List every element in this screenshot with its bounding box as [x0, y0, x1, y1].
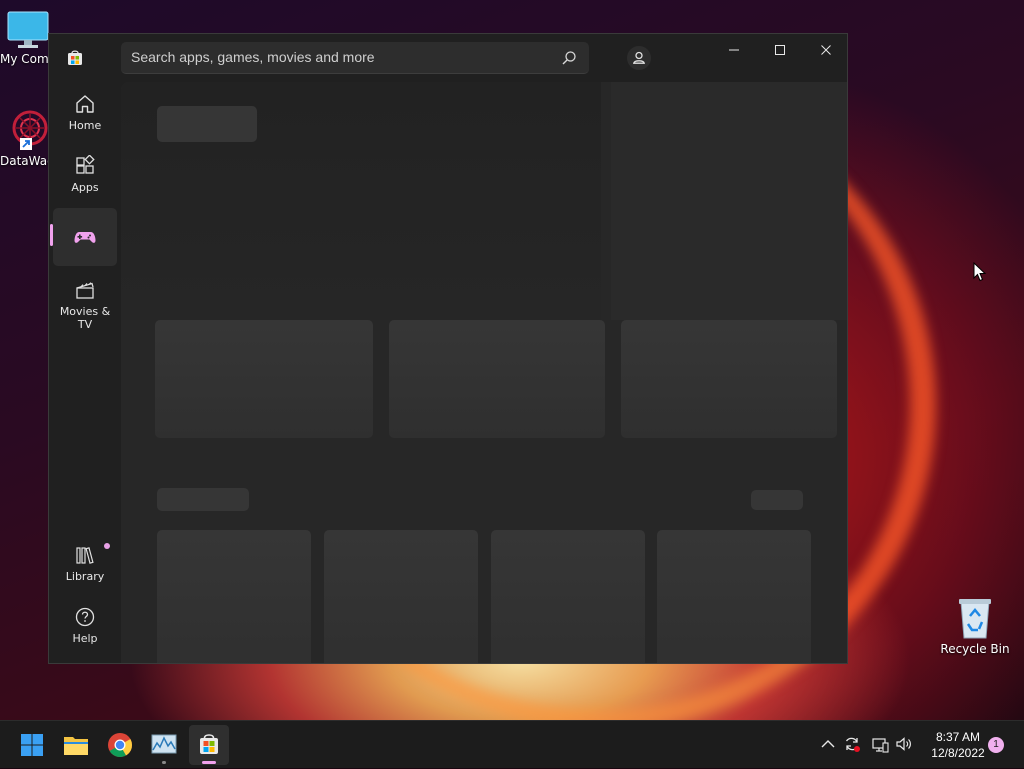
search-icon[interactable]	[561, 50, 577, 66]
apps-icon	[76, 155, 95, 174]
volume-icon[interactable]	[895, 735, 913, 753]
minimize-icon	[729, 49, 739, 51]
hero-side-placeholder	[611, 82, 847, 320]
system-clock[interactable]: 8:37 AM 12/8/2022	[918, 729, 998, 761]
start-button[interactable]	[12, 725, 52, 765]
skeleton-title	[157, 106, 257, 142]
close-icon	[821, 45, 831, 55]
library-update-badge	[104, 543, 110, 549]
skeleton-product-card	[157, 530, 311, 663]
microsoft-store-logo-icon	[68, 50, 82, 65]
sync-icon[interactable]	[843, 735, 861, 753]
nav-home[interactable]: Home	[53, 84, 117, 142]
taskbar: 8:37 AM 12/8/2022 1	[0, 720, 1024, 768]
file-explorer-icon	[64, 737, 88, 755]
skeleton-product-card	[657, 530, 811, 663]
gamepad-icon	[74, 232, 96, 243]
active-indicator	[50, 224, 53, 246]
account-icon[interactable]	[627, 46, 651, 70]
task-manager-icon	[151, 734, 177, 754]
maximize-button[interactable]	[757, 34, 803, 66]
title-bar[interactable]	[49, 34, 847, 82]
taskbar-file-explorer[interactable]	[56, 725, 96, 765]
microsoft-store-window: Home Apps	[48, 33, 848, 664]
taskbar-chrome[interactable]	[100, 725, 140, 765]
mouse-cursor-icon	[973, 262, 987, 282]
datawag-app-icon	[12, 110, 48, 150]
taskbar-task-manager[interactable]	[144, 725, 184, 765]
search-box[interactable]	[121, 42, 589, 74]
start-icon	[21, 734, 43, 756]
nav-movies-tv[interactable]: Movies & TV	[53, 270, 117, 331]
nav-library[interactable]: Library	[53, 535, 117, 593]
skeleton-hero-card	[621, 320, 837, 438]
nav-apps[interactable]: Apps	[53, 146, 117, 204]
taskbar-microsoft-store[interactable]	[189, 725, 229, 765]
home-icon	[76, 95, 94, 113]
minimize-button[interactable]	[711, 34, 757, 66]
help-icon	[75, 607, 95, 627]
desktop-icon-recycle-bin[interactable]: Recycle Bin	[940, 596, 1010, 656]
nav-gaming[interactable]	[50, 208, 117, 266]
monitor-icon	[7, 11, 49, 48]
skeleton-hero-card	[389, 320, 605, 438]
close-button[interactable]	[803, 34, 847, 66]
skeleton-see-all	[751, 490, 803, 510]
recycle-bin-icon	[959, 599, 991, 639]
nav-help[interactable]: Help	[53, 597, 117, 655]
maximize-icon	[775, 45, 785, 55]
skeleton-product-card	[324, 530, 478, 663]
running-indicator	[162, 761, 166, 764]
skeleton-section-heading	[157, 488, 249, 511]
active-app-indicator	[202, 761, 216, 764]
microsoft-store-icon	[200, 734, 218, 754]
notification-badge[interactable]: 1	[988, 737, 1004, 753]
skeleton-hero-card	[155, 320, 373, 438]
clock-date: 12/8/2022	[931, 746, 985, 760]
network-icon[interactable]	[871, 735, 889, 753]
library-icon	[76, 547, 94, 564]
chevron-up-icon[interactable]	[819, 735, 837, 753]
chrome-icon	[108, 733, 132, 758]
clock-time: 8:37 AM	[935, 730, 981, 744]
skeleton-product-card	[491, 530, 645, 663]
content-area-loading	[121, 82, 847, 663]
movies-icon	[76, 282, 94, 299]
navigation-sidebar: Home Apps Movies & TV Library Help	[49, 82, 121, 663]
search-input[interactable]	[121, 42, 541, 72]
